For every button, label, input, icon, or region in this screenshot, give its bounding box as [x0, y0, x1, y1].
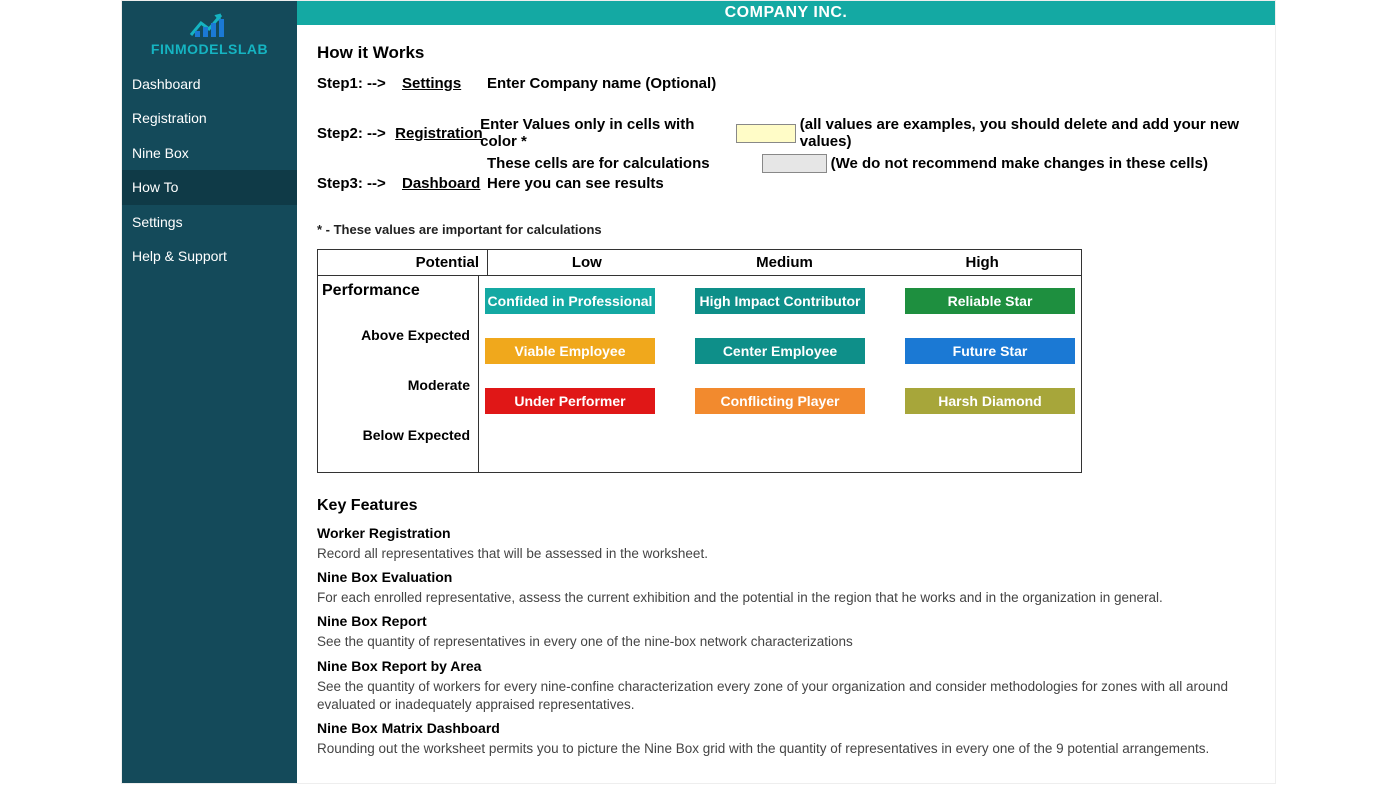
step1-label: Step1: --> — [317, 75, 402, 92]
step3-desc: Here you can see results — [487, 175, 664, 192]
row-below: Below Expected — [322, 410, 470, 460]
footnote: * - These values are important for calcu… — [317, 222, 1255, 237]
step-row-2: Step2: --> Registration Enter Values onl… — [317, 116, 1255, 150]
step2b-desc: These cells are for calculations — [487, 155, 710, 172]
logo: FINMODELSLAB — [122, 1, 297, 67]
key-features-title: Key Features — [317, 497, 1255, 515]
step3-label: Step3: --> — [317, 175, 402, 192]
cell-0-1: High Impact Contributor — [695, 288, 865, 314]
col-high: High — [883, 250, 1081, 275]
step-row-3: Step3: --> Dashboard Here you can see re… — [317, 175, 1255, 192]
row-moderate: Moderate — [322, 360, 470, 410]
performance-label: Performance — [322, 282, 470, 300]
kf-2-p: See the quantity of representatives in e… — [317, 633, 1255, 651]
cell-1-1: Center Employee — [695, 338, 865, 364]
cell-2-0: Under Performer — [485, 388, 655, 414]
kf-1-p: For each enrolled representative, assess… — [317, 589, 1255, 607]
sidebar-item-nine-box[interactable]: Nine Box — [122, 136, 297, 170]
kf-4-p: Rounding out the worksheet permits you t… — [317, 740, 1255, 758]
kf-0-h: Worker Registration — [317, 525, 1255, 541]
step1-desc: Enter Company name (Optional) — [487, 75, 716, 92]
grid-header: Potential Low Medium High — [318, 250, 1081, 276]
step-row-2b: These cells are for calculations (We do … — [317, 154, 1255, 173]
cell-1-0: Viable Employee — [485, 338, 655, 364]
row-above: Above Expected — [322, 310, 470, 360]
step2-hint: (all values are examples, you should del… — [800, 116, 1255, 150]
header-company: COMPANY INC. — [297, 1, 1275, 25]
row-labels: Performance Above Expected Moderate Belo… — [318, 276, 479, 472]
kf-3-p: See the quantity of workers for every ni… — [317, 678, 1255, 714]
col-low: Low — [488, 250, 686, 275]
kf-2-h: Nine Box Report — [317, 613, 1255, 629]
sidebar-item-how-to[interactable]: How To — [122, 170, 297, 204]
kf-1-h: Nine Box Evaluation — [317, 569, 1255, 585]
cell-2-2: Harsh Diamond — [905, 388, 1075, 414]
calc-cell-swatch — [762, 154, 827, 173]
kf-0-p: Record all representatives that will be … — [317, 545, 1255, 563]
sidebar-item-settings[interactable]: Settings — [122, 205, 297, 239]
cell-2-1: Conflicting Player — [695, 388, 865, 414]
kf-4-h: Nine Box Matrix Dashboard — [317, 720, 1255, 736]
logo-icon — [187, 9, 233, 39]
step1-link[interactable]: Settings — [402, 75, 487, 92]
input-cell-swatch — [736, 124, 796, 143]
potential-label: Potential — [318, 250, 488, 275]
sidebar: FINMODELSLAB Dashboard Registration Nine… — [122, 1, 297, 783]
step2-link[interactable]: Registration — [395, 125, 480, 142]
content: How it Works Step1: --> Settings Enter C… — [297, 25, 1275, 770]
cell-0-0: Confided in Professional — [485, 288, 655, 314]
step2-desc: Enter Values only in cells with color * — [480, 116, 724, 150]
step2-label: Step2: --> — [317, 125, 395, 142]
sidebar-item-help-support[interactable]: Help & Support — [122, 239, 297, 273]
kf-3-h: Nine Box Report by Area — [317, 658, 1255, 674]
sidebar-item-dashboard[interactable]: Dashboard — [122, 67, 297, 101]
how-it-works-title: How it Works — [317, 43, 1255, 63]
sidebar-item-registration[interactable]: Registration — [122, 101, 297, 135]
step-row-1: Step1: --> Settings Enter Company name (… — [317, 75, 1255, 92]
grid-cells: Confided in Professional High Impact Con… — [479, 276, 1081, 472]
main: COMPANY INC. How it Works Step1: --> Set… — [297, 1, 1275, 783]
col-medium: Medium — [686, 250, 884, 275]
step3-link[interactable]: Dashboard — [402, 175, 487, 192]
step2b-hint: (We do not recommend make changes in the… — [831, 155, 1208, 172]
nine-box-grid: Potential Low Medium High Performance Ab… — [317, 249, 1082, 473]
cell-1-2: Future Star — [905, 338, 1075, 364]
cell-0-2: Reliable Star — [905, 288, 1075, 314]
logo-text: FINMODELSLAB — [122, 41, 297, 57]
